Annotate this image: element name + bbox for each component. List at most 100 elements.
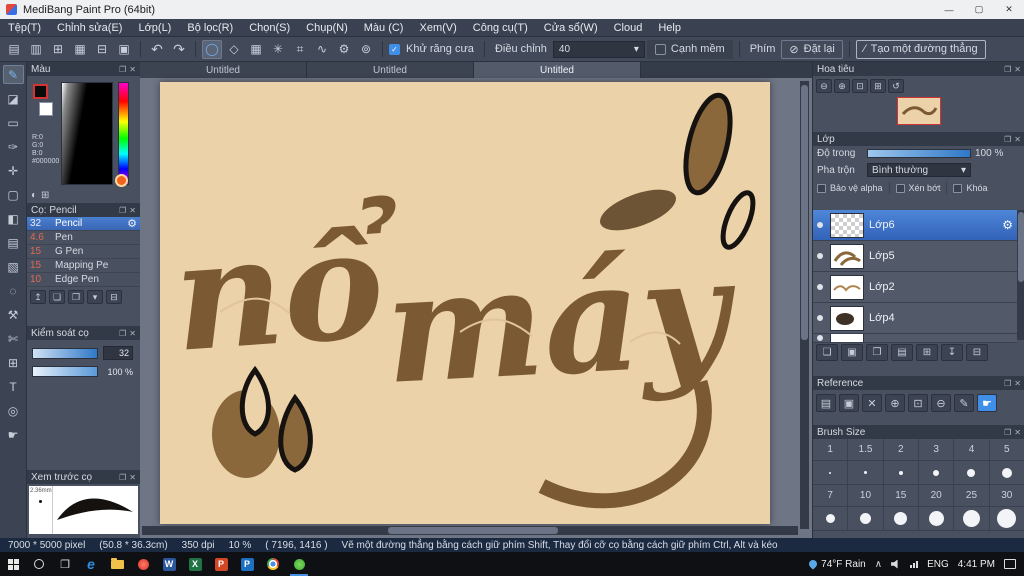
brush-size-dot[interactable]	[918, 461, 955, 485]
panel-close-icon[interactable]: ✕	[129, 329, 136, 338]
panel-popout-icon[interactable]: ❐	[1004, 379, 1011, 388]
brush-size-value[interactable]: 32	[103, 346, 133, 360]
lasso-tool[interactable]: ◌	[3, 281, 24, 300]
panel-close-icon[interactable]: ✕	[129, 65, 136, 74]
reset-button[interactable]: ⊘ Đặt lại	[781, 39, 843, 59]
text-tool[interactable]: T	[3, 377, 24, 396]
grid-snap-button[interactable]: ▦	[246, 40, 266, 59]
brush-size-option[interactable]: 25	[954, 485, 990, 507]
canvas-horizontal-scrollbar[interactable]	[142, 526, 798, 535]
panel-popout-icon[interactable]: ❐	[119, 473, 126, 482]
fill-tool[interactable]: ◧	[3, 209, 24, 228]
zoom-fit-icon[interactable]: ⊡	[852, 79, 868, 93]
notification-icon[interactable]	[1004, 559, 1016, 569]
vanishing-point-button[interactable]: ⊚	[356, 40, 376, 59]
clock[interactable]: 4:41 PM	[958, 559, 995, 570]
canvas-vertical-scrollbar[interactable]	[800, 81, 809, 529]
layer-visibility-icon[interactable]	[817, 222, 823, 228]
layer-settings-icon[interactable]: ⚙	[1002, 218, 1013, 232]
task-view-button[interactable]: ❐	[52, 552, 78, 576]
panel-close-icon[interactable]: ✕	[1014, 379, 1021, 388]
brush-size-option[interactable]: 20	[918, 485, 955, 507]
start-button[interactable]	[0, 552, 26, 576]
edge-taskbar-icon[interactable]: e	[78, 552, 104, 576]
straight-line-button[interactable]: ∕ Tạo một đường thẳng	[855, 39, 986, 59]
brush-size-option[interactable]: 3	[918, 439, 955, 461]
brush-size-dot[interactable]	[883, 507, 919, 531]
brush-size-dot[interactable]	[918, 507, 955, 531]
brush-add-button[interactable]: ❏	[49, 290, 65, 304]
brush-size-option[interactable]: 1	[813, 439, 849, 461]
brush-size-dot[interactable]	[989, 507, 1024, 531]
menu-tools[interactable]: Công cụ(T)	[465, 19, 536, 36]
antialias-checkbox[interactable]: ✓	[389, 43, 400, 55]
brush-size-option[interactable]: 15	[883, 485, 919, 507]
lock-checkbox[interactable]	[953, 183, 963, 193]
document-tab-1[interactable]: Untitled	[140, 62, 307, 78]
zoom-in-icon[interactable]: ⊕	[834, 79, 850, 93]
curve-snap-button[interactable]: ∿	[312, 40, 332, 59]
menu-edit[interactable]: Chỉnh sửa(E)	[49, 19, 130, 36]
document-tab-3[interactable]: Untitled	[474, 62, 641, 78]
brush-size-option[interactable]: 10	[848, 485, 884, 507]
color-wheel-button[interactable]: ◐	[31, 190, 37, 201]
layer-row-lop6[interactable]: Lớp6 ⚙	[813, 210, 1017, 241]
menu-snap[interactable]: Chụp(N)	[298, 19, 356, 36]
close-button[interactable]: ✕	[994, 0, 1024, 19]
panel-close-icon[interactable]: ✕	[1014, 135, 1021, 144]
brush-up-button[interactable]: ↥	[30, 290, 46, 304]
vertical-scroll-thumb[interactable]	[801, 85, 808, 340]
brush-size-option[interactable]: 1.5	[848, 439, 884, 461]
panel-popout-icon[interactable]: ❐	[1004, 65, 1011, 74]
brush-size-option[interactable]: 4	[954, 439, 990, 461]
navigator-thumbnail[interactable]	[897, 97, 941, 125]
panel-popout-icon[interactable]: ❐	[1004, 135, 1011, 144]
redo-button[interactable]: ↷	[169, 40, 189, 59]
drawing-canvas[interactable]: nổ máy	[160, 82, 770, 524]
layer-visibility-icon[interactable]	[817, 284, 823, 290]
powerpoint-taskbar-icon[interactable]: P	[208, 552, 234, 576]
document-tab-2[interactable]: Untitled	[307, 62, 474, 78]
snap-settings-button[interactable]: ⚙	[334, 40, 354, 59]
pen-tool[interactable]: ✑	[3, 137, 24, 156]
layer-list-scrollbar[interactable]	[1017, 210, 1024, 340]
blend-mode-dropdown[interactable]: Bình thường ▾	[867, 163, 971, 177]
brush-size-option[interactable]: 30	[989, 485, 1024, 507]
soft-edge-checkbox[interactable]	[654, 43, 666, 55]
panel-close-icon[interactable]: ✕	[1014, 428, 1021, 437]
weather-widget[interactable]: 74°F Rain	[807, 558, 866, 570]
gradient-tool[interactable]: ▤	[3, 233, 24, 252]
brush-duplicate-button[interactable]: ❐	[68, 290, 84, 304]
reference-open-button[interactable]: ▤	[816, 394, 836, 412]
panel-popout-icon[interactable]: ❐	[119, 329, 126, 338]
panel-toggle-button[interactable]: ▤	[4, 40, 24, 59]
maximize-button[interactable]: ▢	[964, 0, 994, 19]
panel-toggle-button[interactable]: ▦	[70, 40, 90, 59]
layer-row-lop5[interactable]: Lớp5	[813, 241, 1017, 272]
eyedropper-tool[interactable]: ◎	[3, 401, 24, 420]
marquee-tool[interactable]: ▭	[3, 113, 24, 132]
brush-menu-button[interactable]: ▾	[87, 290, 103, 304]
layer-visibility-icon[interactable]	[817, 335, 823, 341]
polygon-tool-button[interactable]: ◇	[224, 40, 244, 59]
hue-bar[interactable]	[118, 82, 129, 185]
merge-layer-button[interactable]: ↧	[941, 344, 963, 361]
layer-opacity-slider[interactable]	[867, 149, 971, 158]
folder-button[interactable]: ▤	[891, 344, 913, 361]
brush-size-option[interactable]: 5	[989, 439, 1024, 461]
circle-tool-button[interactable]: ◯	[202, 39, 222, 59]
add-layer-button[interactable]: ❏	[816, 344, 838, 361]
menu-cloud[interactable]: Cloud	[606, 19, 651, 36]
menu-file[interactable]: Tệp(T)	[0, 19, 49, 36]
reference-zoom-fit-button[interactable]: ⊡	[908, 394, 928, 412]
panel-toggle-button[interactable]: ⊞	[48, 40, 68, 59]
menu-filter[interactable]: Bộ lọc(R)	[179, 19, 241, 36]
cross-snap-button[interactable]: ⌗	[290, 40, 310, 59]
file-explorer-taskbar-icon[interactable]	[104, 552, 130, 576]
brush-size-option[interactable]: 7	[813, 485, 849, 507]
background-color-swatch[interactable]	[39, 102, 53, 116]
palette-button[interactable]: ⊞	[41, 190, 49, 201]
brush-size-dot[interactable]	[989, 461, 1024, 485]
volume-icon[interactable]	[891, 559, 898, 569]
hand-tool[interactable]: ☛	[3, 425, 24, 444]
